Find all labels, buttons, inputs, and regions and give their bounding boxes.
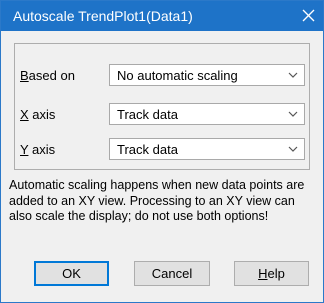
y-axis-value: Track data: [117, 142, 178, 157]
close-icon: [302, 9, 315, 22]
y-axis-label: Y axis: [20, 142, 56, 157]
close-button[interactable]: [293, 1, 323, 31]
based-on-label: Based on: [20, 68, 75, 83]
chevron-down-icon: [288, 72, 298, 78]
x-axis-value: Track data: [117, 107, 178, 122]
cancel-button[interactable]: Cancel: [134, 261, 210, 286]
window-title: Autoscale TrendPlot1(Data1): [13, 8, 193, 24]
title-bar: Autoscale TrendPlot1(Data1): [1, 1, 323, 31]
autoscale-dialog: Autoscale TrendPlot1(Data1) Based on No …: [0, 0, 324, 303]
based-on-dropdown[interactable]: No automatic scaling: [109, 64, 305, 86]
x-axis-dropdown[interactable]: Track data: [109, 103, 305, 125]
ok-button[interactable]: OK: [34, 261, 109, 286]
y-axis-dropdown[interactable]: Track data: [109, 138, 305, 160]
help-button[interactable]: Help: [234, 261, 309, 286]
chevron-down-icon: [288, 111, 298, 117]
based-on-value: No automatic scaling: [117, 68, 238, 83]
x-axis-label: X axis: [20, 107, 56, 122]
description-text: Automatic scaling happens when new data …: [9, 178, 305, 223]
chevron-down-icon: [288, 146, 298, 152]
